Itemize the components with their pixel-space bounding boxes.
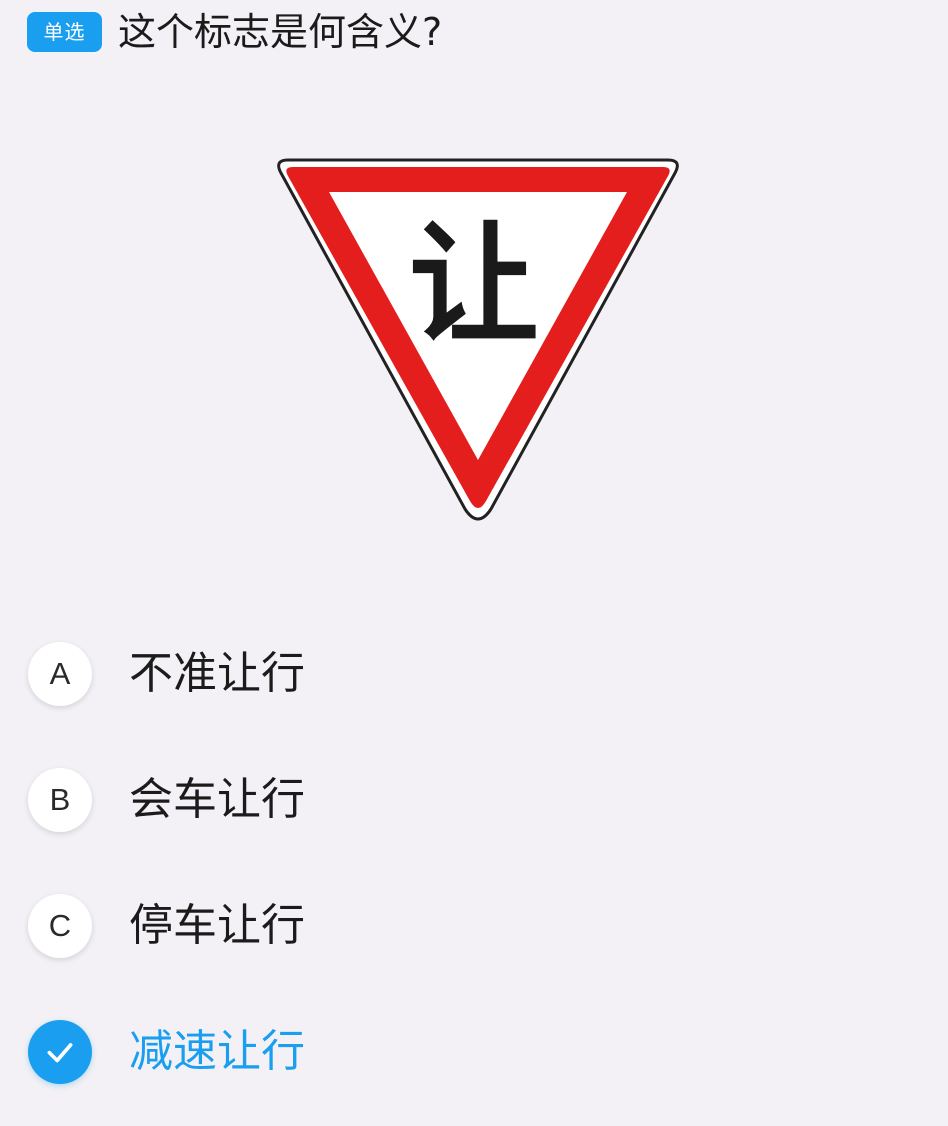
question-header: 单选 这个标志是何含义? [27,8,442,56]
option-b[interactable]: B 会车让行 [28,768,908,832]
checkmark-icon [47,1043,73,1063]
option-d[interactable]: 减速让行 [28,1020,908,1084]
sign-image: 让 [272,155,684,523]
question-type-badge: 单选 [27,12,102,52]
option-c[interactable]: C 停车让行 [28,894,908,958]
option-c-marker[interactable]: C [28,894,92,958]
option-d-selected-marker[interactable] [28,1020,92,1084]
option-b-label[interactable]: 会车让行 [129,768,305,832]
sign-character: 让 [409,209,539,361]
option-a-marker[interactable]: A [28,642,92,706]
answer-options: A 不准让行 B 会车让行 C 停车让行 减速让行 [28,642,908,1084]
option-d-label[interactable]: 减速让行 [129,1020,305,1084]
option-a-label[interactable]: 不准让行 [129,642,305,706]
question-text: 这个标志是何含义? [118,10,443,54]
option-b-marker[interactable]: B [28,768,92,832]
option-c-label[interactable]: 停车让行 [129,894,305,958]
yield-sign-icon: 让 [277,158,679,521]
option-a[interactable]: A 不准让行 [28,642,908,706]
